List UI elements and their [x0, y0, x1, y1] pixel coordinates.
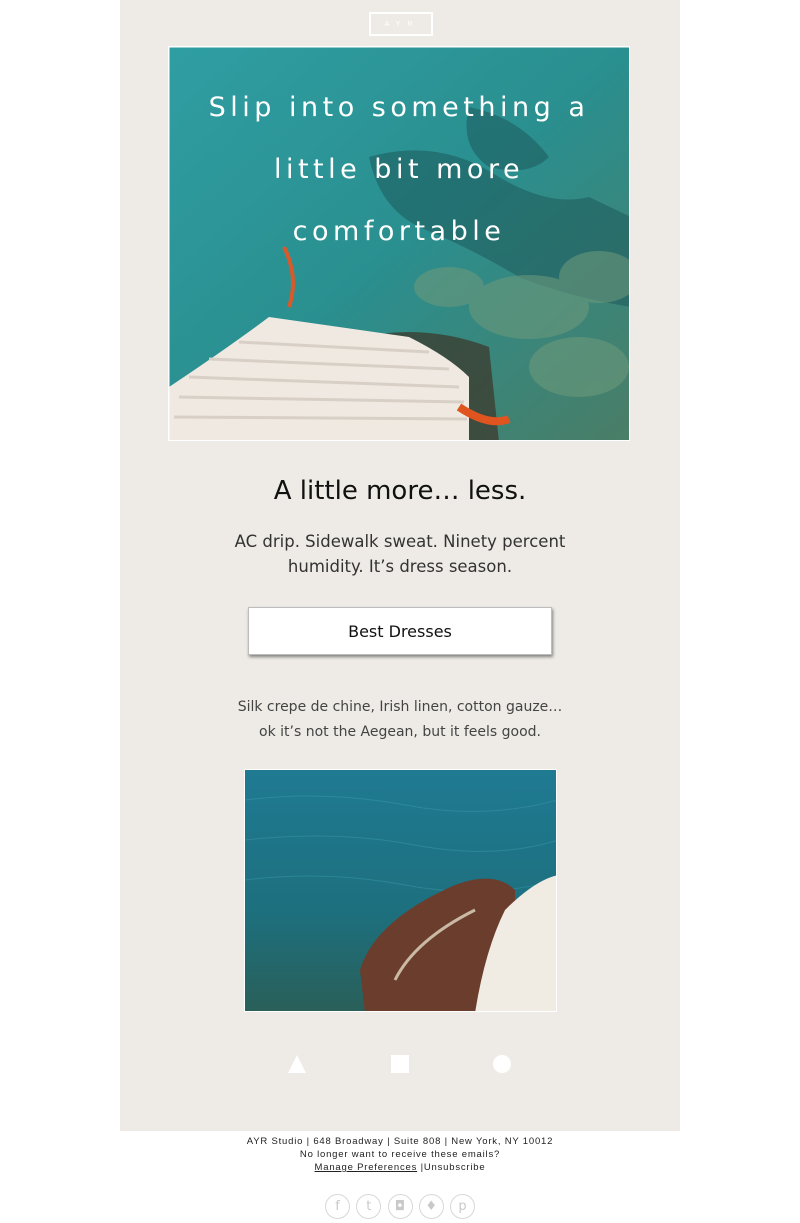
headline: A little more… less. [273, 476, 527, 506]
hero-image[interactable]: Slip into something a little bit more co… [168, 46, 630, 441]
twitter-icon[interactable]: ♦ [418, 1194, 444, 1219]
triangle-icon[interactable] [287, 1054, 307, 1074]
shape-icons [120, 1054, 680, 1074]
secondary-image[interactable] [244, 769, 557, 1012]
circle-icon[interactable] [492, 1054, 512, 1074]
body-line-1: Silk crepe de chine, Irish linen, cotton… [237, 699, 563, 715]
sea-rock-photo [245, 770, 556, 1011]
hero-heading: Slip into something a little bit more co… [208, 92, 590, 247]
body-text: Silk crepe de chine, Irish linen, cotton… [220, 695, 580, 745]
intro-text: AC drip. Sidewalk sweat. Ninety percent … [225, 529, 575, 579]
intro-line-1: AC drip. Sidewalk sweat. Ninety percent [234, 532, 566, 551]
square-icon[interactable] [390, 1054, 410, 1074]
ayr-logo[interactable]: AYR [369, 12, 433, 36]
footer-links: Manage Preferences |Unsubscribe [0, 1161, 800, 1174]
footer-address: AYR Studio | 648 Broadway | Suite 808 | … [246, 1136, 554, 1147]
footer: AYR Studio | 648 Broadway | Suite 808 | … [0, 1135, 800, 1174]
manage-preferences-link[interactable]: Manage Preferences [315, 1162, 418, 1173]
body-line-2: ok it’s not the Aegean, but it feels goo… [259, 724, 541, 740]
instagram-icon[interactable]: ◘ [387, 1194, 413, 1219]
social-links: f t ◘ ♦ p [325, 1194, 475, 1220]
tumblr-icon[interactable]: t [356, 1194, 382, 1219]
best-dresses-button[interactable]: Best Dresses [248, 607, 552, 655]
pinterest-icon[interactable]: p [450, 1194, 475, 1219]
unsubscribe-link[interactable]: Unsubscribe [424, 1162, 486, 1173]
footer-optout: No longer want to receive these emails? [299, 1149, 501, 1160]
intro-line-2: humidity. It’s dress season. [287, 557, 513, 576]
facebook-icon[interactable]: f [325, 1194, 350, 1219]
email-card: AYR Slip into something a little bit mor… [120, 0, 680, 1131]
